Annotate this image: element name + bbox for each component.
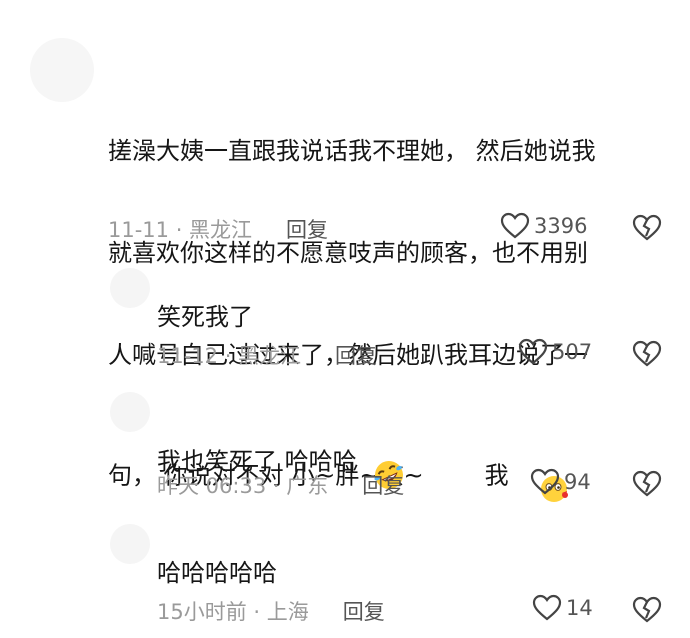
reply-button[interactable]: 回复 [286, 214, 328, 244]
reply-button[interactable]: 回复 [343, 596, 385, 626]
broken-heart-icon [632, 340, 662, 367]
heart-icon [518, 338, 548, 365]
dislike-button[interactable] [632, 214, 662, 246]
heart-icon [530, 468, 560, 495]
comment-date-location: 15小时前 · 上海 [157, 600, 309, 624]
comment-date-location: 11-11 · 黑龙江 [108, 218, 253, 242]
comment-meta: 11-11 · 黑龙江 回复 [108, 214, 328, 244]
dislike-button[interactable] [632, 470, 662, 502]
broken-heart-icon [632, 214, 662, 241]
comment-text: 笑死我了 [157, 303, 253, 331]
like-count: 94 [564, 470, 591, 494]
dislike-button[interactable] [632, 340, 662, 372]
heart-icon [532, 594, 562, 621]
heart-icon [500, 212, 530, 239]
avatar[interactable] [110, 524, 150, 564]
comment-date-location: 11-12 · 黑龙江 [157, 344, 302, 368]
like-button[interactable]: 94 [530, 468, 591, 496]
broken-heart-icon [632, 596, 662, 623]
like-button[interactable]: 3396 [500, 212, 587, 240]
avatar[interactable] [110, 268, 150, 308]
avatar[interactable] [30, 38, 94, 102]
like-button[interactable]: 507 [518, 338, 592, 366]
reply-button[interactable]: 回复 [335, 340, 377, 370]
like-button[interactable]: 14 [532, 594, 593, 622]
like-count: 14 [566, 596, 593, 620]
comment-date-location: 昨天 06:33 · 广东 [157, 474, 329, 498]
comment-text: 哈哈哈哈哈 [157, 559, 277, 587]
comment-text-line: 搓澡大姨一直跟我说话我不理她， 然后她说我 [108, 137, 596, 165]
reply-button[interactable]: 回复 [362, 470, 404, 500]
comment-meta: 11-12 · 黑龙江 回复 [157, 340, 377, 370]
comment-meta: 昨天 06:33 · 广东 回复 [157, 470, 404, 500]
like-count: 3396 [534, 214, 588, 238]
comment-meta: 15小时前 · 上海 回复 [157, 596, 385, 626]
broken-heart-icon [632, 470, 662, 497]
avatar[interactable] [110, 392, 150, 432]
dislike-button[interactable] [632, 596, 662, 628]
like-count: 507 [552, 340, 593, 364]
